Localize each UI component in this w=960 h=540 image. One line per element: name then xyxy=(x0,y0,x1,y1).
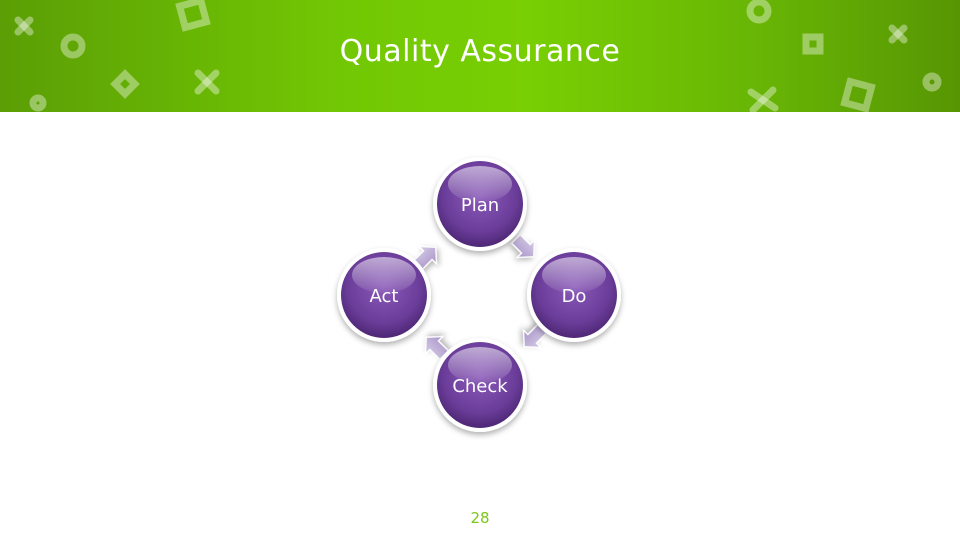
page-number: 28 xyxy=(470,509,490,527)
node-label-check: Check xyxy=(452,376,508,397)
node-label-plan: Plan xyxy=(461,195,499,216)
node-label-act: Act xyxy=(370,286,399,307)
node-label-do: Do xyxy=(562,286,587,307)
pdca-cycle-diagram: Plan Do Check Act xyxy=(337,157,621,432)
